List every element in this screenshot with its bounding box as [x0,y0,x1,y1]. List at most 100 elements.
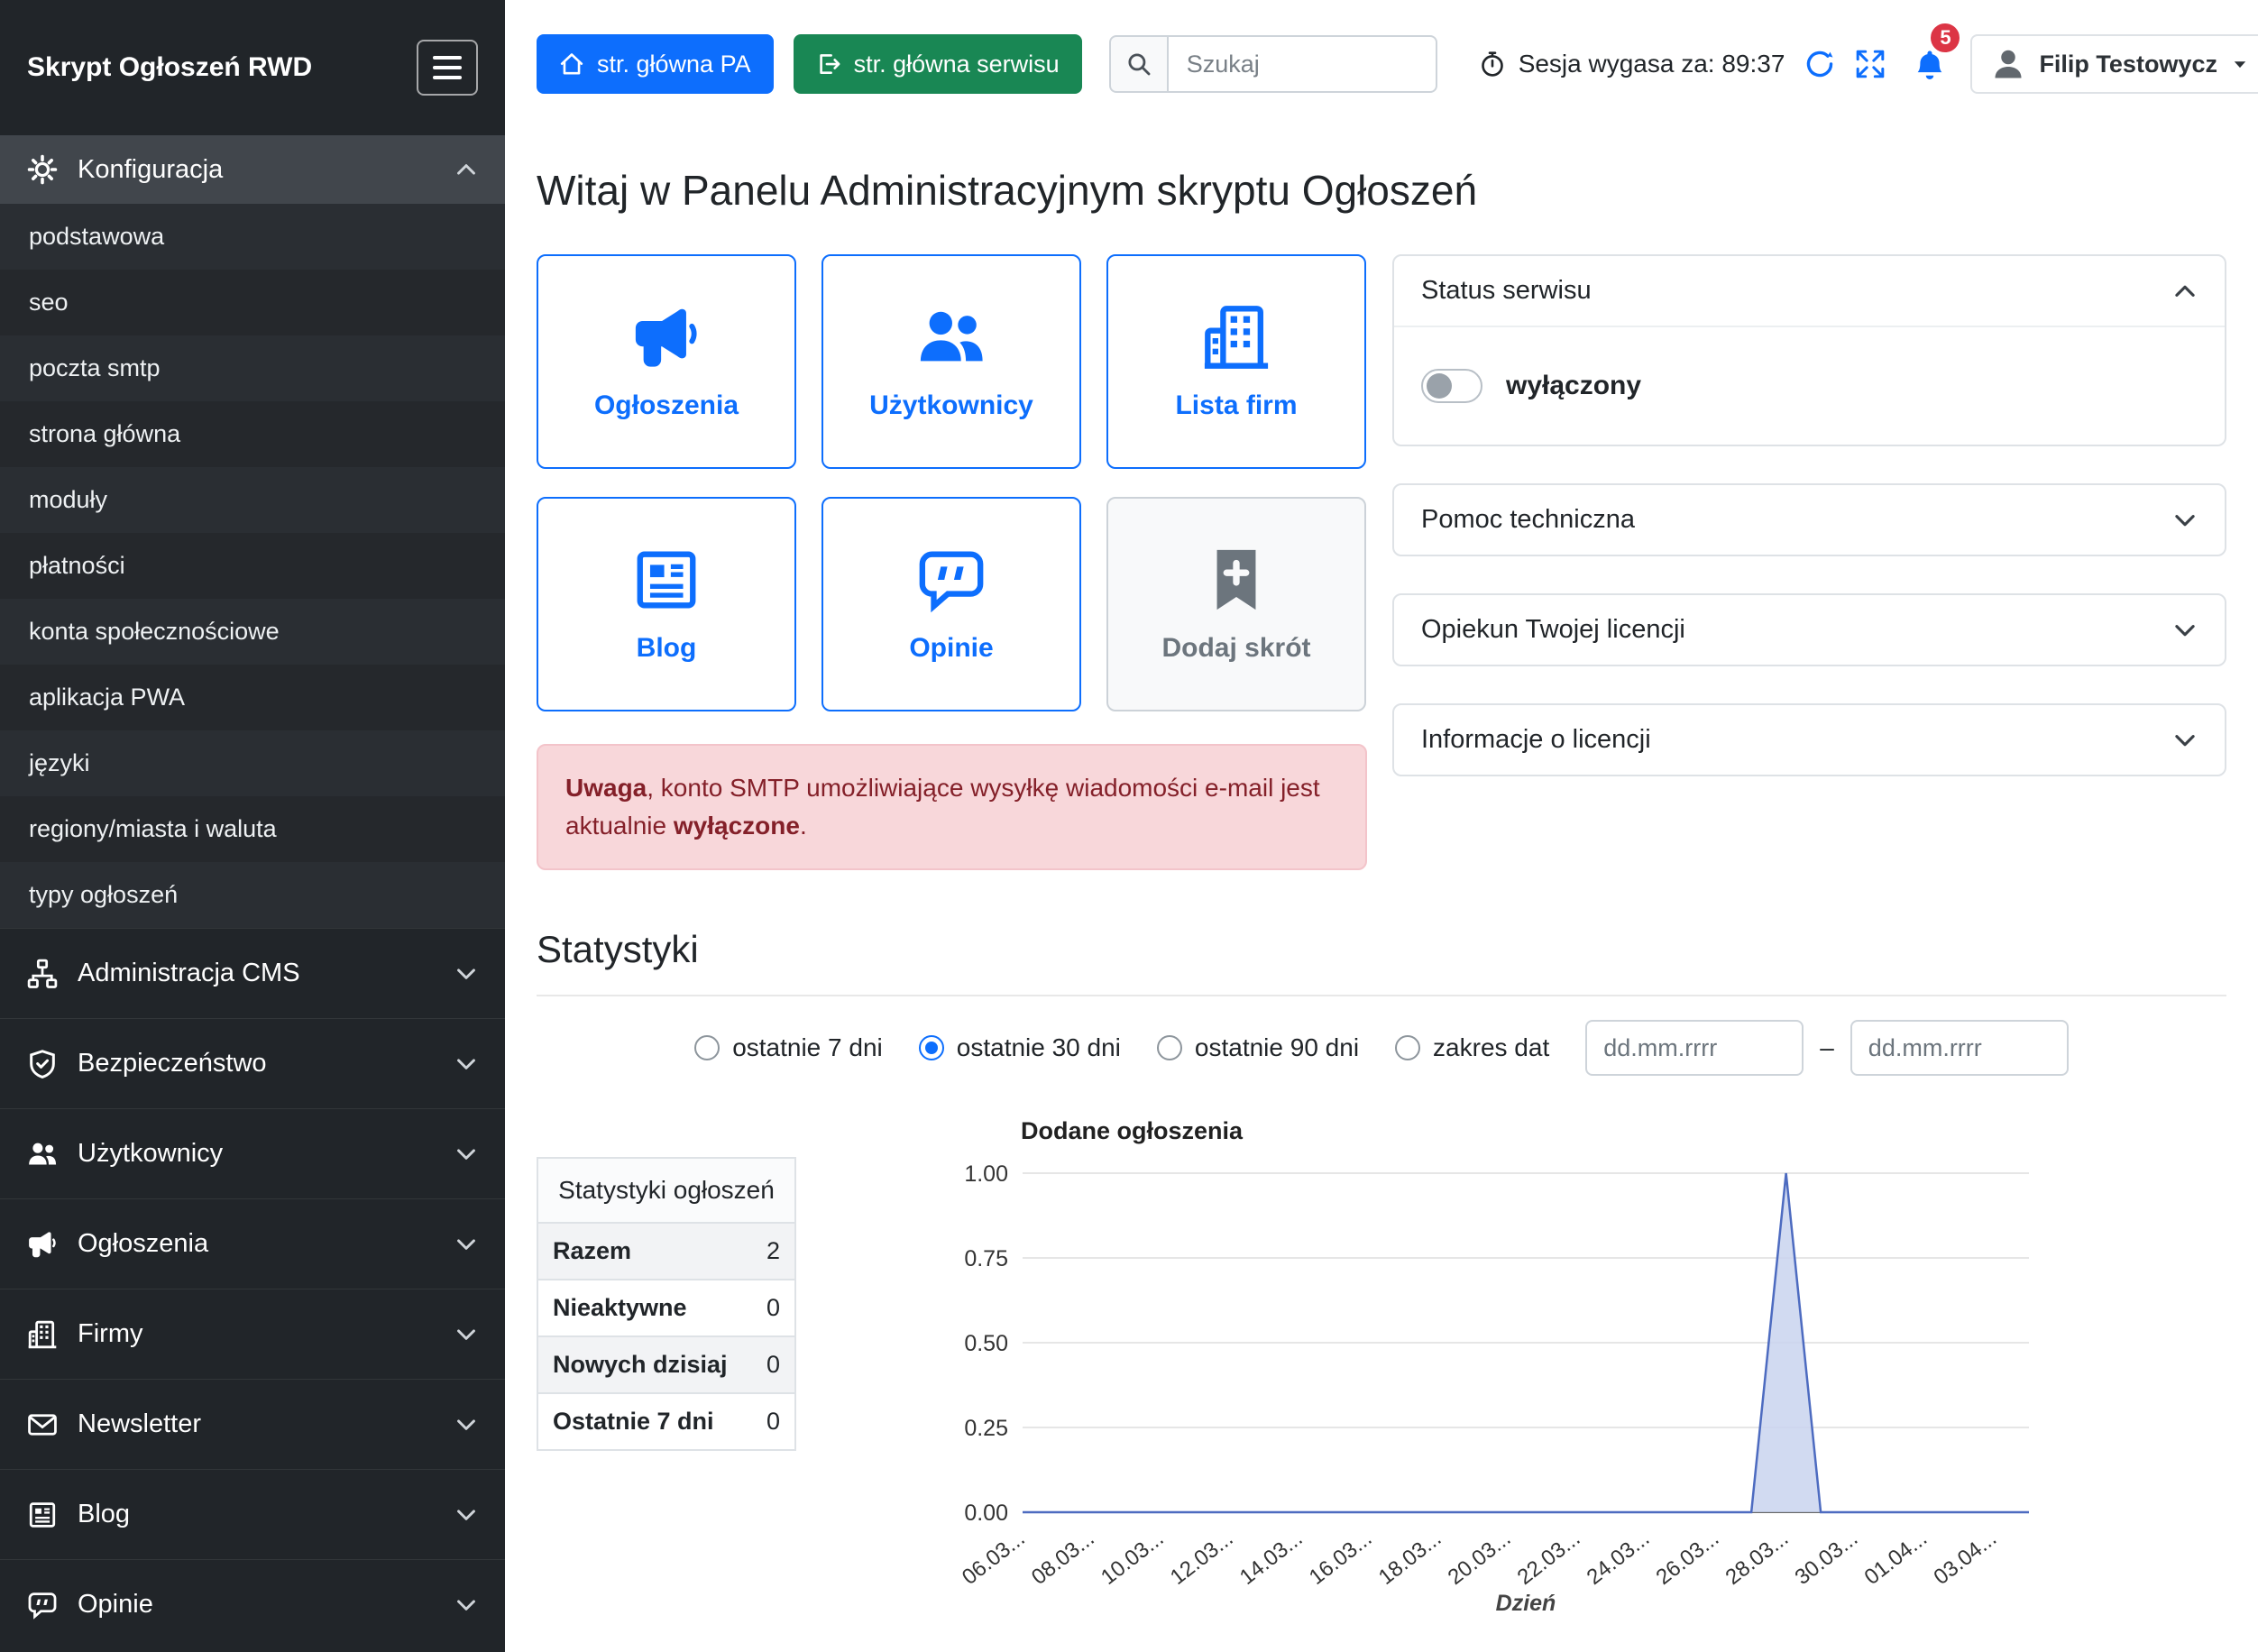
sidebar-item-konta-spolecznosciowe[interactable]: konta społecznościowe [0,599,505,665]
chevron-down-icon [454,1503,478,1527]
date-to-input[interactable] [1850,1020,2069,1076]
radio-ostatnie-7-dni[interactable]: ostatnie 7 dni [694,1033,883,1062]
sidebar-section-newsletter[interactable]: Newsletter [0,1379,505,1469]
panel-header-informacje-o-licencji[interactable]: Informacje o licencji [1394,705,2225,775]
sidebar-section-konfiguracja[interactable]: Konfiguracja [0,135,505,204]
stats-row: Statystyki ogłoszeń Razem 2 Nieaktywne 0… [537,1119,2226,1624]
sidebar-section-ogloszenia[interactable]: Ogłoszenia [0,1198,505,1289]
sidebar-section-blog[interactable]: Blog [0,1469,505,1559]
shortcut-card-blog[interactable]: Blog [537,497,796,711]
sidebar-section-uzytkownicy[interactable]: Użytkownicy [0,1108,505,1198]
chevron-up-icon [454,158,478,181]
stats-table-header: Statystyki ogłoszeń [537,1158,795,1223]
sidebar-section-administracja-cms[interactable]: Administracja CMS [0,928,505,1018]
sidebar-item-strona-glowna[interactable]: strona główna [0,401,505,467]
session-refresh-button[interactable] [1804,43,1835,85]
shortcut-card-uzytkownicy[interactable]: Użytkownicy [822,254,1081,469]
fullscreen-button[interactable] [1855,43,1886,85]
sidebar-item-platnosci[interactable]: płatności [0,533,505,599]
building-icon [27,1319,58,1350]
sidebar-item-poczta-smtp[interactable]: poczta smtp [0,335,505,401]
admin-home-button[interactable]: str. główna PA [537,34,774,94]
svg-text:14.03...: 14.03... [1235,1526,1308,1590]
user-menu[interactable]: Filip Testowycz [1970,34,2258,94]
svg-text:12.03...: 12.03... [1166,1526,1238,1590]
sidebar-toggle-button[interactable] [417,40,478,96]
sidebar-section-bezpieczenstwo[interactable]: Bezpieczeństwo [0,1018,505,1108]
svg-text:01.04...: 01.04... [1860,1526,1932,1590]
shortcut-card-label: Lista firm [1175,390,1297,421]
stats-table: Statystyki ogłoszeń Razem 2 Nieaktywne 0… [537,1157,796,1451]
fullscreen-icon [1855,49,1886,79]
svg-text:26.03...: 26.03... [1652,1526,1724,1590]
radio-label: ostatnie 30 dni [957,1033,1121,1062]
home-icon [559,51,584,77]
table-row-value: 2 [750,1223,795,1280]
svg-text:10.03...: 10.03... [1097,1526,1169,1590]
panel-header-status-serwisu[interactable]: Status serwisu [1394,256,2225,326]
topbar: str. główna PA str. główna serwisu Sesja… [505,0,2258,126]
svg-text:22.03...: 22.03... [1513,1526,1585,1590]
users-icon [27,1139,58,1170]
sidebar-section-label: Administracja CMS [78,959,300,988]
table-row-label: Razem [537,1223,750,1280]
sidebar-item-aplikacja-pwa[interactable]: aplikacja PWA [0,665,505,730]
sidebar-item-jezyki[interactable]: języki [0,730,505,796]
site-home-button[interactable]: str. główna serwisu [794,34,1082,94]
radio-indicator [694,1035,720,1060]
svg-text:16.03...: 16.03... [1305,1526,1377,1590]
sidebar-section-label: Firmy [78,1319,142,1349]
sitemap-icon [27,959,58,989]
alert-bold-text: Uwaga [565,774,647,802]
panel-title: Status serwisu [1421,276,1592,306]
search-group [1109,35,1437,93]
radio-label: ostatnie 90 dni [1195,1033,1359,1062]
notifications-badge: 5 [1927,20,1963,56]
radio-label: zakres dat [1433,1033,1549,1062]
shortcut-card-dodaj-skrot[interactable]: Dodaj skrót [1106,497,1366,711]
stats-chart: 1.000.750.500.250.0006.03...08.03...10.0… [822,1119,2219,1624]
chevron-down-icon [2172,728,2198,753]
panel-title: Opiekun Twojej licencji [1421,615,1685,645]
radio-ostatnie-30-dni[interactable]: ostatnie 30 dni [919,1033,1121,1062]
panel-header-opiekun-licencji[interactable]: Opiekun Twojej licencji [1394,595,2225,665]
sidebar-item-podstawowa[interactable]: podstawowa [0,204,505,270]
table-row: Ostatnie 7 dni 0 [537,1393,795,1450]
sidebar-item-seo[interactable]: seo [0,270,505,335]
shortcut-card-lista-firm[interactable]: Lista firm [1106,254,1366,469]
radio-indicator [1395,1035,1420,1060]
sidebar-item-moduly[interactable]: moduły [0,467,505,533]
shortcut-card-label: Użytkownicy [869,390,1033,421]
alert-text: . [800,812,807,840]
shortcut-card-ogloszenia[interactable]: Ogłoszenia [537,254,796,469]
sidebar-section-opinie[interactable]: Opinie [0,1559,505,1649]
radio-zakres-dat[interactable]: zakres dat [1395,1033,1549,1062]
shortcut-card-opinie[interactable]: Opinie [822,497,1081,711]
service-status-toggle[interactable] [1421,369,1482,403]
search-icon [1126,51,1152,77]
refresh-icon [1804,49,1835,79]
panel-body-status-serwisu: wyłączony [1394,326,2225,445]
chevron-down-icon [454,962,478,986]
sidebar-item-typy-ogloszen[interactable]: typy ogłoszeń [0,862,505,928]
sidebar-section-firmy[interactable]: Firmy [0,1289,505,1379]
shortcuts-column: Ogłoszenia Użytkownicy Lista firm B [537,254,1367,870]
date-from-input[interactable] [1585,1020,1804,1076]
svg-text:0.50: 0.50 [964,1331,1008,1356]
exit-icon [816,51,841,77]
sidebar-section-label: Blog [78,1500,130,1529]
session-timer-text: Sesja wygasa za: 89:37 [1519,50,1785,78]
search-addon [1109,35,1167,93]
panel-pomoc-techniczna: Pomoc techniczna [1392,483,2226,556]
search-input[interactable] [1167,35,1437,93]
radio-ostatnie-90-dni[interactable]: ostatnie 90 dni [1157,1033,1359,1062]
sidebar-submenu-konfiguracja: podstawowa seo poczta smtp strona główna… [0,204,505,928]
panel-header-pomoc-techniczna[interactable]: Pomoc techniczna [1394,485,2225,555]
toggle-knob [1427,373,1452,399]
admin-home-label: str. główna PA [597,50,751,78]
table-row: Nowych dzisiaj 0 [537,1336,795,1393]
shortcuts-grid: Ogłoszenia Użytkownicy Lista firm B [537,254,1367,711]
table-row: Razem 2 [537,1223,795,1280]
sidebar-item-regiony-miasta-waluta[interactable]: regiony/miasta i waluta [0,796,505,862]
table-row-value: 0 [750,1336,795,1393]
